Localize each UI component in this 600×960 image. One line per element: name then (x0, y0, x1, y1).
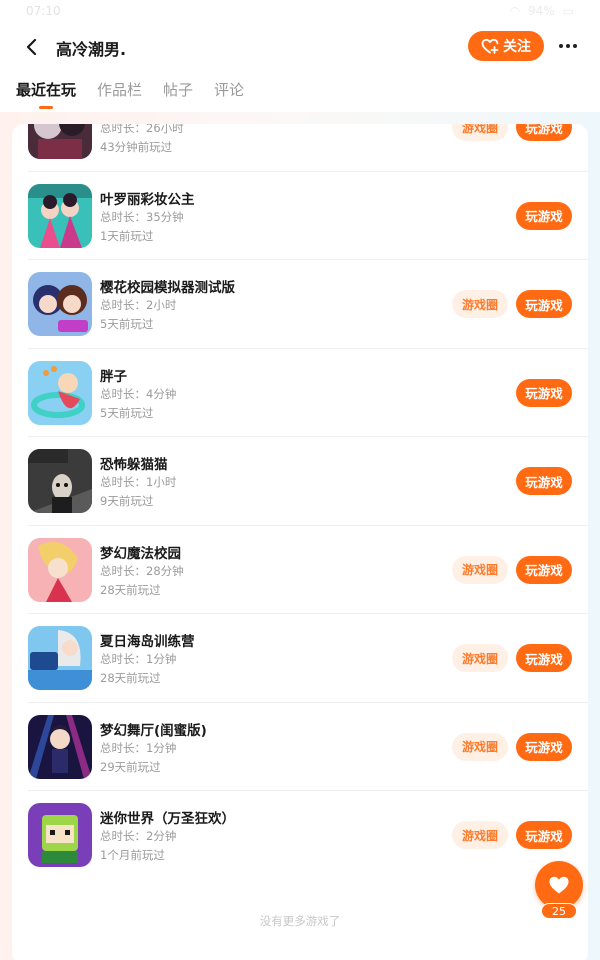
game-duration: 总时长：1分钟 (100, 740, 177, 755)
game-last-played: 1个月前玩过 (100, 848, 165, 862)
game-row[interactable]: 梦幻舞厅(闺蜜版) 总时长：1分钟 29天前玩过 游戏圈 玩游戏 (12, 703, 588, 791)
game-duration: 总时长：1分钟 (100, 652, 177, 666)
game-last-played: 5天前玩过 (100, 405, 154, 420)
game-circle-button[interactable]: 游戏圈 (452, 732, 508, 761)
more-dots-icon (559, 44, 563, 48)
game-row[interactable]: 樱花校园模拟器测试版 总时长：2小时 5天前玩过 游戏圈 玩游戏 (12, 260, 588, 349)
game-duration: 总时长：26小时 (100, 124, 184, 135)
game-circle-button[interactable]: 游戏圈 (452, 821, 508, 849)
play-game-button[interactable]: 玩游戏 (516, 644, 572, 672)
game-circle-button[interactable]: 游戏圈 (452, 124, 508, 141)
game-title: 恐怖躲猫猫 (100, 457, 168, 473)
games-card: 总时长：26小时 43分钟前玩过 游戏圈 玩游戏 叶罗丽彩妆公主 总时长：35分… (12, 124, 588, 960)
heart-icon (549, 876, 569, 894)
play-game-button[interactable]: 玩游戏 (516, 732, 572, 761)
header: 高冷潮男. 关注 最近在玩 作品栏 帖子 评论 (0, 24, 600, 112)
favorite-count-badge: 25 (541, 903, 577, 919)
game-last-played: 9天前玩过 (100, 494, 154, 508)
game-row[interactable]: 总时长：26小时 43分钟前玩过 游戏圈 玩游戏 (12, 124, 588, 172)
game-row[interactable]: 胖子 总时长：4分钟 5天前玩过 玩游戏 (12, 349, 588, 437)
active-tab-indicator (39, 106, 53, 109)
game-circle-button[interactable]: 游戏圈 (452, 644, 508, 672)
chevron-left-icon (26, 39, 37, 55)
heart-plus-icon (481, 38, 499, 54)
play-game-button[interactable]: 玩游戏 (516, 467, 572, 495)
play-game-button[interactable]: 玩游戏 (516, 290, 572, 318)
game-duration: 总时长：35分钟 (100, 209, 184, 224)
game-duration: 总时长：28分钟 (100, 563, 184, 578)
game-duration: 总时长：2小时 (100, 298, 177, 312)
game-circle-button[interactable]: 游戏圈 (452, 555, 508, 584)
game-title: 樱花校园模拟器测试版 (100, 280, 235, 296)
profile-username: 高冷潮男. (56, 40, 127, 59)
game-icon (28, 626, 92, 690)
game-icon (28, 124, 92, 159)
game-last-played: 29天前玩过 (100, 759, 161, 774)
game-icon (28, 449, 92, 513)
battery-icon: ▭ (562, 4, 574, 18)
no-more-games-note: 没有更多游戏了 (259, 914, 341, 928)
game-row[interactable]: 叶罗丽彩妆公主 总时长：35分钟 1天前玩过 玩游戏 (12, 172, 588, 260)
more-options-button[interactable] (556, 36, 580, 56)
wifi-icon: ◠ (509, 4, 520, 18)
game-title: 梦幻舞厅(闺蜜版) (100, 722, 207, 739)
game-row[interactable]: 夏日海岛训练营 总时长：1分钟 28天前玩过 游戏圈 玩游戏 (12, 614, 588, 703)
game-icon (28, 714, 92, 779)
game-row[interactable]: 迷你世界（万圣狂欢） 总时长：2分钟 1个月前玩过 游戏圈 玩游戏 (12, 791, 588, 880)
tab-recently-played[interactable]: 最近在玩 (16, 79, 76, 109)
game-title: 迷你世界（万圣狂欢） (100, 811, 235, 827)
games-list: 总时长：26小时 43分钟前玩过 游戏圈 玩游戏 叶罗丽彩妆公主 总时长：35分… (12, 124, 588, 880)
game-last-played: 28天前玩过 (100, 671, 161, 685)
play-game-button[interactable]: 玩游戏 (516, 124, 572, 141)
game-icon (28, 183, 92, 248)
game-last-played: 1天前玩过 (100, 228, 154, 243)
game-title: 叶罗丽彩妆公主 (100, 191, 195, 208)
play-game-button[interactable]: 玩游戏 (516, 555, 572, 584)
game-row[interactable]: 恐怖躲猫猫 总时长：1小时 9天前玩过 玩游戏 (12, 437, 588, 526)
game-last-played: 28天前玩过 (100, 582, 161, 597)
game-last-played: 43分钟前玩过 (100, 140, 173, 154)
tab-comments[interactable]: 评论 (214, 79, 244, 107)
game-title: 胖子 (100, 368, 127, 385)
game-duration: 总时长：4分钟 (100, 386, 177, 401)
status-time: 07:10 (26, 4, 61, 18)
play-game-button[interactable]: 玩游戏 (516, 378, 572, 407)
game-title: 夏日海岛训练营 (100, 634, 195, 650)
back-button[interactable] (22, 37, 42, 57)
play-game-button[interactable]: 玩游戏 (516, 201, 572, 230)
game-icon (28, 537, 92, 602)
profile-tabs: 最近在玩 作品栏 帖子 评论 (16, 79, 265, 109)
game-row[interactable]: 梦幻魔法校园 总时长：28分钟 28天前玩过 游戏圈 玩游戏 (12, 526, 588, 614)
game-duration: 总时长：1小时 (100, 475, 177, 489)
battery-level: 94% (527, 4, 555, 18)
tab-posts[interactable]: 帖子 (163, 79, 193, 107)
game-duration: 总时长：2分钟 (100, 829, 177, 843)
game-icon (28, 272, 92, 336)
game-icon (28, 360, 92, 425)
play-game-button[interactable]: 玩游戏 (516, 821, 572, 849)
tab-works[interactable]: 作品栏 (97, 79, 142, 107)
game-icon (28, 803, 92, 867)
favorite-button[interactable] (535, 861, 583, 909)
status-bar: 07:10 ◠ 94% ▭ (0, 0, 600, 24)
game-last-played: 5天前玩过 (100, 317, 154, 331)
follow-button[interactable]: 关注 (468, 31, 544, 61)
game-title: 梦幻魔法校园 (100, 545, 181, 562)
follow-label: 关注 (503, 39, 531, 55)
game-circle-button[interactable]: 游戏圈 (452, 290, 508, 318)
status-icons: ◠ 94% ▭ (510, 4, 575, 18)
